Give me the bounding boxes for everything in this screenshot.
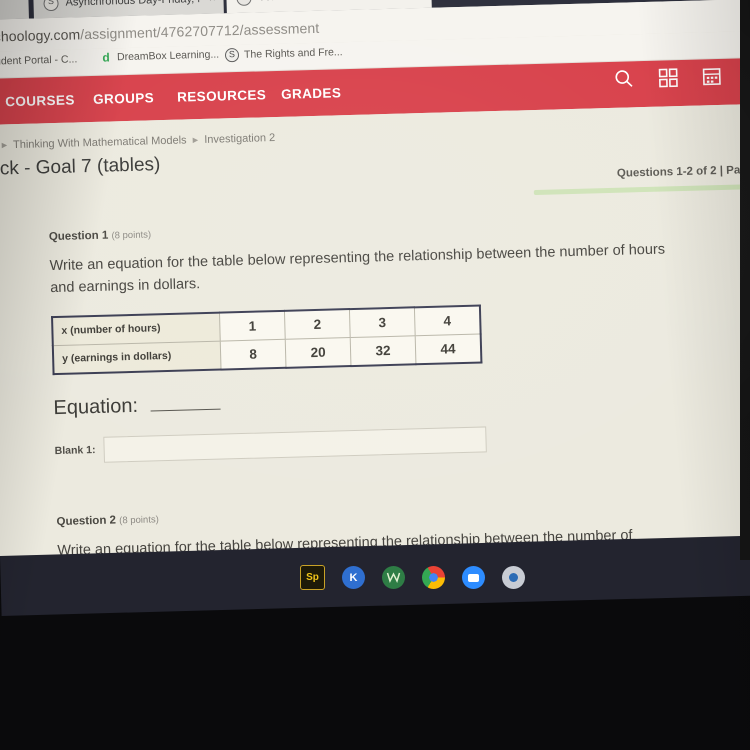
assessment-progress-bar [533,183,750,196]
breadcrumb-item-2[interactable]: Investigation 2 [204,132,275,146]
question-status-text: Questions 1-2 of 2 | Page 1 of [616,163,750,180]
row-header-y: y (earnings in dollars) [52,341,222,375]
navbar-icon-group: 2 [613,64,750,90]
breadcrumb-item-1[interactable]: Thinking With Mathematical Models [13,134,187,151]
question-1-points: (8 points) [111,229,152,242]
dreambox-icon: d [102,50,110,65]
cell-y-3: 32 [350,335,416,366]
chrome-icon[interactable] [422,566,445,589]
schoology-favicon-3 [236,0,252,6]
green-app-icon[interactable] [382,566,405,589]
zoom-icon[interactable] [462,566,485,589]
apps-grid-icon[interactable] [656,66,679,89]
nav-link-grades[interactable]: GRADES [281,85,342,102]
cell-x-4: 4 [414,305,481,336]
bookmark-rights-label: The Rights and Fre... [243,46,343,61]
cell-x-2: 2 [284,309,351,340]
cell-y-1: 8 [220,339,286,370]
cell-x-1: 1 [219,310,286,342]
cell-y-4: 44 [415,333,482,365]
blank-1-label: Blank 1: [54,443,96,458]
spotify-icon[interactable]: Sp [300,565,325,590]
row-header-x: x (number of hours) [52,312,221,346]
question-2-points: (8 points) [119,514,159,527]
browser-tab-2-close-icon[interactable]: × [209,0,216,5]
page-title: Check - Goal 7 (tables) [0,154,161,181]
calendar-icon[interactable] [700,65,723,88]
camera-icon[interactable] [502,566,525,589]
globe-icon: S [224,47,240,63]
nav-link-resources[interactable]: RESOURCES [177,87,266,104]
equation-prompt: Equation: [53,376,750,420]
blank-1-row: Blank 1: [54,417,750,464]
cell-x-3: 3 [349,307,416,338]
breadcrumb-separator: ▸ [1,139,8,152]
new-tab-button[interactable]: + [446,0,469,2]
assessment-page: on 1-2 ▸ Thinking With Mathematical Mode… [0,103,750,594]
taskbar: Sp K [300,565,525,590]
bookmark-student-portal[interactable]: S Student Portal - C... [0,52,77,69]
kami-icon[interactable]: K [342,566,365,589]
question-1-data-table: x (number of hours) 1 2 3 4 y (earnings … [51,304,483,376]
question-list: Question 1 (8 points) Write an equation … [49,210,750,562]
question-1: Question 1 (8 points) Write an equation … [49,210,750,464]
question-2-number: Question 2 [56,514,117,529]
nav-link-groups[interactable]: GROUPS [93,90,154,107]
breadcrumb: on 1-2 ▸ Thinking With Mathematical Mode… [0,131,275,152]
question-1-text: Write an equation for the table below re… [49,241,666,297]
screen-right-edge [740,0,750,560]
bookmark-student-portal-label: Student Portal - C... [0,53,78,68]
photo-of-laptop-screen: choo × Asynchronous Day-Friday, Marc × T… [0,0,750,750]
search-icon[interactable] [613,67,636,90]
breadcrumb-separator: ▸ [192,134,199,147]
nav-link-courses[interactable]: COURSES [5,92,75,109]
bookmark-dreambox[interactable]: d DreamBox Learning... [100,48,220,65]
bookmark-rights-and-freedoms[interactable]: S The Rights and Fre... [224,45,343,63]
browser-tab-2-title: Asynchronous Day-Friday, Marc [65,0,200,9]
equation-label: Equation: [53,394,139,420]
laptop-bezel-area: Sp K [0,534,750,750]
equation-blank-line [149,395,221,412]
question-1-number: Question 1 [48,229,109,244]
cell-y-2: 20 [285,337,351,368]
blank-1-input[interactable] [103,426,487,463]
bookmark-dreambox-label: DreamBox Learning... [116,48,220,64]
url-path: /assignment/4762707712/assessment [80,19,320,43]
schoology-favicon-2 [43,0,59,11]
browser-tab-3-title: TWMM Goal Check - Goal 7 (tab [258,0,408,3]
browser-window: choo × Asynchronous Day-Friday, Marc × T… [0,0,750,594]
url-host: l.schoology.com [0,26,81,45]
